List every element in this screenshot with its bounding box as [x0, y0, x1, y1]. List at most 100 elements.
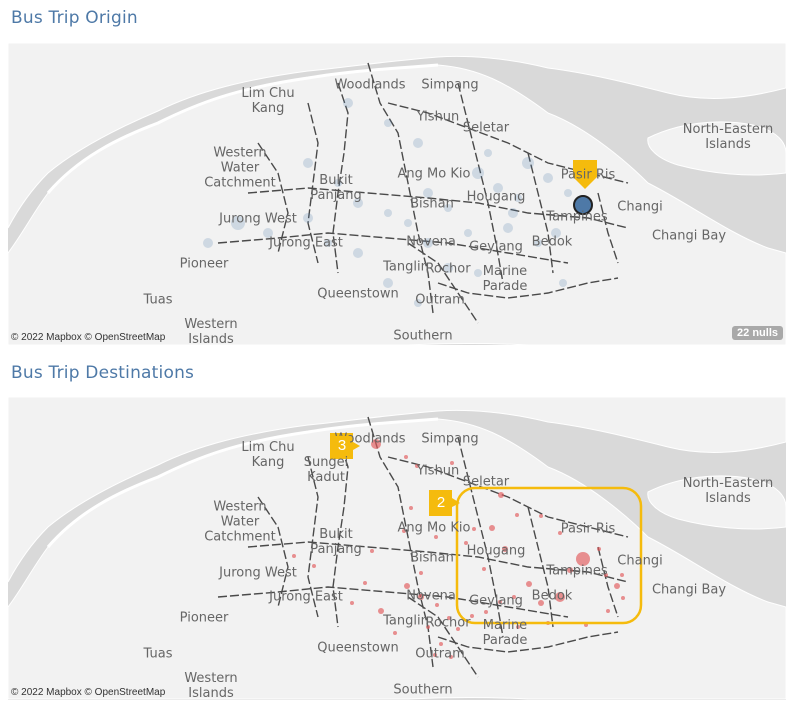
dest-data-point[interactable] [620, 573, 624, 577]
origin-data-point[interactable] [484, 149, 492, 157]
dest-data-point[interactable] [498, 492, 504, 498]
origin-data-point[interactable] [343, 98, 353, 108]
place-label-marine-parade: Marine Parade [482, 264, 528, 294]
dest-data-point[interactable] [621, 596, 625, 600]
origin-title: Bus Trip Origin [11, 8, 138, 28]
place-label-changi-bay: Changi Bay [651, 228, 727, 244]
destinations-title: Bus Trip Destinations [11, 363, 195, 383]
dest-data-point[interactable] [312, 564, 316, 568]
dest-data-point[interactable] [515, 513, 519, 517]
origin-data-point[interactable] [203, 238, 213, 248]
origin-data-point[interactable] [384, 209, 392, 217]
place-label-ang-mo-kio: Ang Mo Kio [397, 520, 471, 536]
origin-map-attribution[interactable]: © 2022 Mapbox © OpenStreetMap [11, 332, 165, 343]
place-label-seletar: Seletar [462, 474, 510, 490]
place-label-tuas: Tuas [143, 646, 173, 662]
dest-data-point[interactable] [597, 547, 601, 551]
place-label-north-eastern-islands: North-Eastern Islands [682, 122, 774, 152]
dest-data-point[interactable] [439, 642, 443, 646]
place-label-pasir-ris: Pasir Ris [560, 521, 616, 537]
dest-data-point[interactable] [614, 583, 620, 589]
origin-data-point[interactable] [522, 157, 534, 169]
place-label-western-water-catchment: Western Water Catchment [204, 145, 276, 191]
dest-data-point[interactable] [409, 506, 413, 510]
dest-data-point[interactable] [472, 527, 476, 531]
dest-data-point[interactable] [393, 631, 397, 635]
origin-nulls-badge[interactable]: 22 nulls [732, 326, 783, 340]
place-label-outram: Outram [415, 646, 465, 662]
place-label-jurong-west: Jurong West [219, 565, 297, 581]
place-label-rochor: Rochor [425, 261, 471, 277]
place-label-geylang: Geylang [469, 239, 523, 255]
place-label-north-eastern-islands: North-Eastern Islands [682, 476, 774, 506]
origin-data-point[interactable] [564, 189, 572, 197]
place-label-tanglin: Tanglin [383, 259, 429, 275]
place-label-ang-mo-kio: Ang Mo Kio [397, 166, 471, 182]
place-label-jurong-east: Jurong East [269, 235, 343, 251]
dest-data-point[interactable] [484, 610, 488, 614]
place-label-seletar: Seletar [462, 120, 510, 136]
place-label-novena: Novena [406, 234, 456, 250]
place-label-marine-parade: Marine Parade [482, 618, 528, 648]
place-label-changi-bay: Changi Bay [651, 582, 727, 598]
place-label-sungei-kadut: Sungei Kadut [303, 455, 349, 485]
origin-data-point[interactable] [353, 248, 363, 258]
place-label-pasir-ris: Pasir Ris [560, 167, 616, 183]
place-label-queenstown: Queenstown [317, 640, 399, 656]
origin-data-point[interactable] [472, 167, 484, 179]
origin-data-point[interactable] [559, 279, 567, 287]
dest-data-point[interactable] [470, 614, 474, 618]
dest-data-point[interactable] [434, 535, 438, 539]
destinations-map[interactable]: Woodlands Simpang Lim Chu Kang Yishun Seletar… [8, 397, 786, 700]
annotation-label-3: 3 [334, 436, 350, 456]
origin-data-point[interactable] [474, 269, 482, 277]
dest-data-point[interactable] [404, 455, 408, 459]
place-label-lim-chu-kang: Lim Chu Kang [241, 86, 295, 116]
place-label-bedok: Bedok [531, 588, 573, 604]
place-label-western-islands: Western Islands [184, 317, 238, 345]
destinations-map-attribution[interactable]: © 2022 Mapbox © OpenStreetMap [11, 687, 165, 698]
dest-data-point[interactable] [363, 581, 367, 585]
place-label-tuas: Tuas [143, 292, 173, 308]
origin-data-point[interactable] [503, 223, 513, 233]
origin-map[interactable]: Woodlands Simpang Lim Chu Kang Yishun Seletar… [8, 43, 786, 345]
place-label-hougang: Hougang [466, 189, 526, 205]
place-label-jurong-west: Jurong West [219, 211, 297, 227]
dest-data-point[interactable] [292, 554, 296, 558]
place-label-yishun: Yishun [416, 463, 460, 479]
dest-data-point[interactable] [539, 514, 543, 518]
place-label-western-islands: Western Islands [184, 671, 238, 700]
origin-data-point[interactable] [303, 158, 313, 168]
origin-data-point[interactable] [464, 229, 472, 237]
place-label-simpang: Simpang [421, 431, 479, 447]
dest-data-point[interactable] [370, 549, 374, 553]
dest-data-point[interactable] [350, 601, 354, 605]
place-label-pioneer: Pioneer [179, 610, 229, 626]
place-label-queenstown: Queenstown [317, 286, 399, 302]
origin-data-point[interactable] [543, 173, 553, 183]
place-label-geylang: Geylang [469, 593, 523, 609]
place-label-bishan: Bishan [410, 550, 454, 566]
place-label-novena: Novena [406, 588, 456, 604]
dest-data-point[interactable] [489, 525, 495, 531]
origin-data-point[interactable] [404, 219, 412, 227]
dest-data-point[interactable] [482, 567, 486, 571]
place-label-woodlands: Woodlands [334, 77, 406, 93]
place-label-hougang: Hougang [466, 543, 526, 559]
origin-data-point[interactable] [413, 138, 423, 148]
origin-data-point[interactable] [303, 213, 313, 223]
place-label-yishun: Yishun [416, 109, 460, 125]
place-label-tampines: Tampines [546, 563, 608, 579]
place-label-jurong-east: Jurong East [269, 589, 343, 605]
place-label-bedok: Bedok [531, 234, 573, 250]
origin-data-point[interactable] [508, 208, 518, 218]
place-label-bukit-panjang: Bukit Panjang [310, 527, 362, 557]
dest-data-point[interactable] [419, 571, 423, 575]
origin-data-point[interactable] [384, 119, 392, 127]
place-label-tanglin: Tanglin [383, 613, 429, 629]
place-label-tampines: Tampines [546, 209, 608, 225]
dest-data-point[interactable] [435, 603, 439, 607]
dest-data-point[interactable] [606, 609, 610, 613]
dest-data-point[interactable] [526, 581, 532, 587]
place-label-changi: Changi [617, 199, 663, 215]
